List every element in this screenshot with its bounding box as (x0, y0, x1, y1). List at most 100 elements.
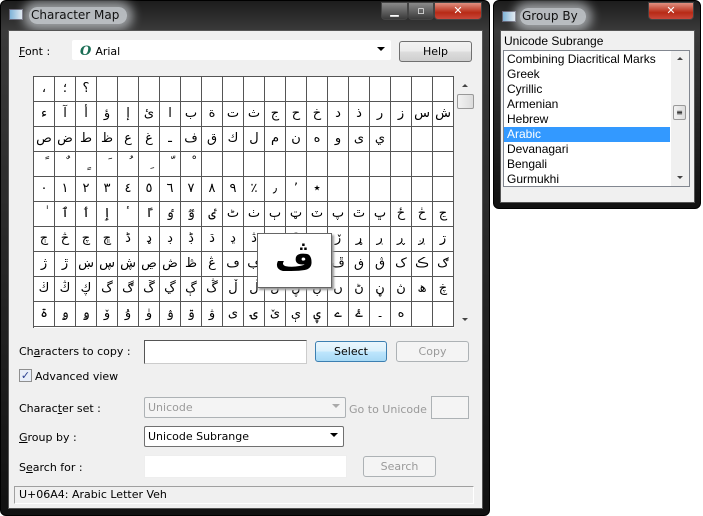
character-cell[interactable]: ٧ (181, 177, 202, 202)
character-cell[interactable] (139, 77, 160, 102)
character-cell[interactable]: ٬ (286, 177, 307, 202)
search-button[interactable]: Search (363, 456, 436, 477)
character-cell[interactable]: ٍ (76, 152, 97, 177)
character-cell[interactable] (223, 152, 244, 177)
character-cell[interactable]: ۃ (34, 302, 55, 327)
character-cell[interactable]: ږ (412, 227, 433, 252)
character-cell[interactable]: ڰ (118, 277, 139, 302)
subrange-item[interactable]: Combining Diacritical Marks (504, 52, 670, 67)
character-cell[interactable] (370, 152, 391, 177)
character-cell[interactable] (265, 77, 286, 102)
character-cell[interactable] (370, 77, 391, 102)
character-cell[interactable]: س (412, 102, 433, 127)
grid-scrollbar[interactable] (456, 76, 474, 328)
character-cell[interactable]: ٻ (265, 202, 286, 227)
character-cell[interactable]: ڞ (160, 252, 181, 277)
character-cell[interactable]: ج (265, 102, 286, 127)
character-cell[interactable]: ي (370, 127, 391, 152)
character-cell[interactable]: ڗ (433, 227, 454, 252)
character-cell[interactable]: ٨ (202, 177, 223, 202)
character-cell[interactable]: ۑ (307, 302, 328, 327)
character-cell[interactable]: ڪ (412, 252, 433, 277)
character-cell[interactable]: ح (286, 102, 307, 127)
subrange-item[interactable]: Gurmukhi (504, 172, 670, 187)
character-cell[interactable]: پ (328, 202, 349, 227)
character-cell[interactable]: ب (181, 102, 202, 127)
character-cell[interactable] (286, 77, 307, 102)
character-cell[interactable]: ڵ (223, 277, 244, 302)
character-cell[interactable]: م (265, 127, 286, 152)
character-cell[interactable] (181, 77, 202, 102)
character-cell[interactable]: ٳ (97, 202, 118, 227)
character-cell[interactable]: ڟ (181, 252, 202, 277)
character-cell[interactable]: ط (76, 127, 97, 152)
character-cell[interactable]: ښ (76, 252, 97, 277)
character-cell[interactable] (244, 77, 265, 102)
character-cell[interactable] (244, 152, 265, 177)
character-cell[interactable]: ڡ (223, 252, 244, 277)
character-cell[interactable]: ، (34, 77, 55, 102)
character-cell[interactable]: ك (223, 127, 244, 152)
character-cell[interactable] (118, 77, 139, 102)
character-cell[interactable]: ٫ (265, 177, 286, 202)
character-cell[interactable] (328, 177, 349, 202)
character-cell[interactable]: ۇ (118, 302, 139, 327)
character-cell[interactable]: ّ (160, 152, 181, 177)
character-cell[interactable]: ە (391, 302, 412, 327)
character-cell[interactable]: ک (391, 252, 412, 277)
help-button[interactable]: Help (399, 41, 472, 62)
character-cell[interactable]: ٰ (34, 202, 55, 227)
character-cell[interactable] (433, 77, 454, 102)
scroll-down-icon[interactable] (462, 318, 468, 321)
character-cell[interactable]: ت (223, 102, 244, 127)
character-cell[interactable]: ێ (265, 302, 286, 327)
character-cell[interactable]: ٪ (244, 177, 265, 202)
character-cell[interactable]: ۔ (370, 302, 391, 327)
character-cell[interactable]: ؛ (55, 77, 76, 102)
character-cell[interactable]: ٲ (76, 202, 97, 227)
character-cell[interactable]: ڲ (160, 277, 181, 302)
character-cell[interactable]: ڄ (34, 227, 55, 252)
character-cell[interactable]: ة (202, 102, 223, 127)
character-cell[interactable]: ۆ (97, 302, 118, 327)
scroll-up-icon[interactable] (462, 84, 468, 87)
character-cell[interactable]: ې (286, 302, 307, 327)
character-cell[interactable] (307, 152, 328, 177)
scroll-thumb[interactable]: ≡ (673, 105, 686, 120)
minimize-button[interactable]: ▁ (381, 2, 408, 20)
character-cell[interactable]: ٠ (34, 177, 55, 202)
character-cell[interactable]: ڝ (139, 252, 160, 277)
character-cell[interactable]: ڮ (76, 277, 97, 302)
character-cell[interactable]: ۓ (349, 302, 370, 327)
character-cell[interactable]: ظ (97, 127, 118, 152)
character-cell[interactable]: ڧ (349, 252, 370, 277)
character-cell[interactable]: ڈ (118, 227, 139, 252)
character-cell[interactable]: ڿ (433, 277, 454, 302)
search-input[interactable] (144, 455, 347, 478)
subrange-item[interactable]: Devanagari (504, 142, 670, 157)
character-cell[interactable]: ق (202, 127, 223, 152)
character-cell[interactable]: ٤ (118, 177, 139, 202)
scroll-down-icon[interactable] (677, 176, 683, 179)
character-cell[interactable]: ڔ (370, 227, 391, 252)
character-cell[interactable]: ڬ (34, 277, 55, 302)
character-cell[interactable]: ڨ (370, 252, 391, 277)
character-cell[interactable]: ی (223, 302, 244, 327)
character-cell[interactable]: ڀ (370, 202, 391, 227)
character-cell[interactable]: ۈ (139, 302, 160, 327)
character-cell[interactable]: ش (433, 102, 454, 127)
maximize-button[interactable]: ▫ (408, 2, 434, 20)
subrange-item[interactable]: Arabic (504, 127, 670, 142)
character-cell[interactable]: ڌ (202, 227, 223, 252)
group-by-close-button[interactable]: ✕ (648, 2, 694, 20)
character-cell[interactable]: ٴ (118, 202, 139, 227)
character-cell[interactable]: ص (34, 127, 55, 152)
subrange-list[interactable]: Combining Diacritical Marks Greek Cyrillic… (503, 50, 690, 187)
character-cell[interactable]: ٸ (202, 202, 223, 227)
character-cell[interactable]: ز (391, 102, 412, 127)
character-cell[interactable]: ر (370, 102, 391, 127)
character-cell[interactable]: ژ (34, 252, 55, 277)
subrange-item[interactable]: Armenian (504, 97, 670, 112)
character-cell[interactable] (412, 152, 433, 177)
character-cell[interactable]: چ (76, 227, 97, 252)
